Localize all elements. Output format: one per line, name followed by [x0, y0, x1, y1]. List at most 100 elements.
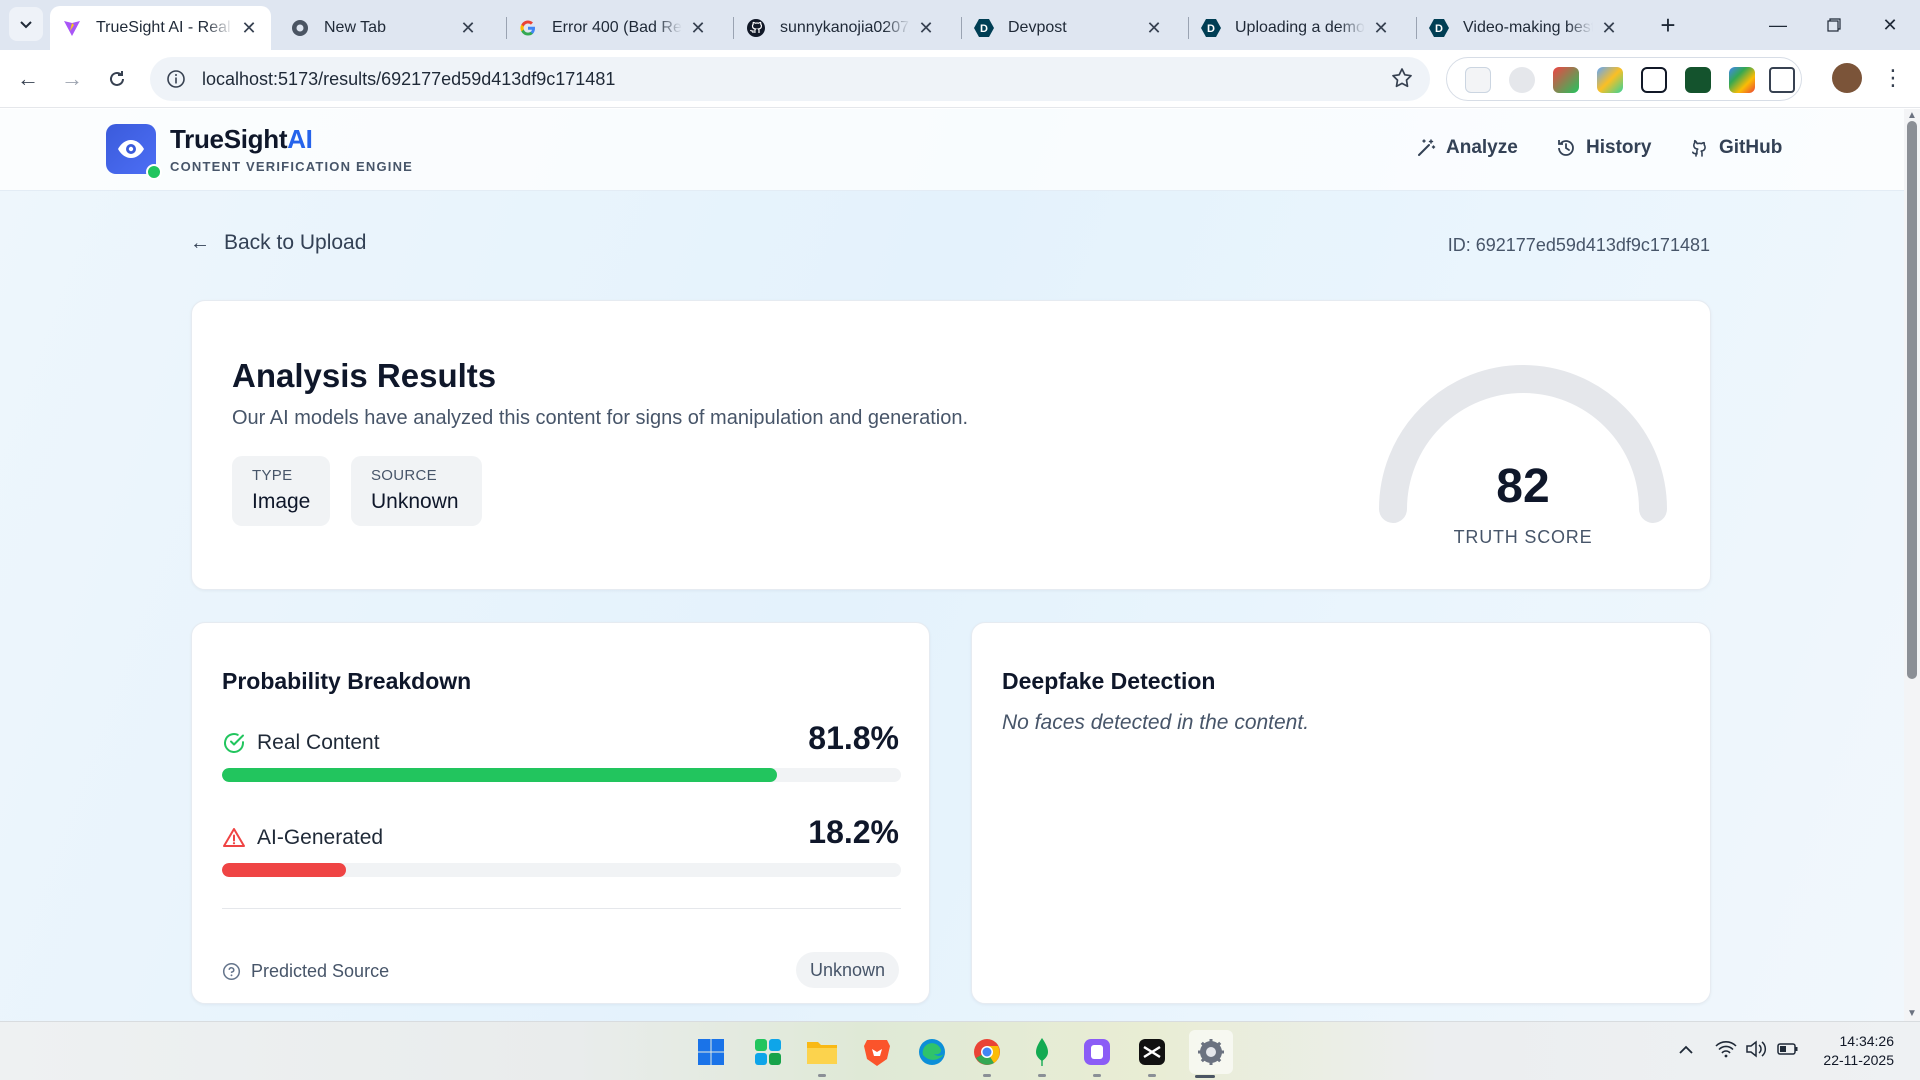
predicted-source-text: Predicted Source — [251, 961, 390, 981]
running-indicator — [983, 1074, 991, 1077]
magic-wand-icon — [1418, 139, 1436, 156]
nav-analyze-label: Analyze — [1446, 137, 1518, 158]
probability-title: Probability Breakdown — [222, 668, 472, 694]
page-scrollbar[interactable]: ▲ ▼ — [1904, 109, 1920, 1021]
check-circle-icon — [224, 733, 244, 753]
warning-triangle-icon — [223, 828, 245, 847]
type-chip: TYPE Image — [232, 456, 330, 526]
battery-icon[interactable] — [1775, 1040, 1799, 1063]
brand-main: TrueSight — [170, 124, 288, 154]
arrow-left-icon: ← — [190, 231, 210, 254]
show-hidden-icons-button[interactable] — [1678, 1040, 1694, 1061]
nav-history-label: History — [1586, 137, 1652, 158]
puzzle-extensions-icon[interactable] — [1769, 67, 1795, 93]
postman-style-app-icon[interactable] — [1081, 1036, 1113, 1068]
tab-close-icon[interactable]: ✕ — [688, 18, 708, 39]
minimize-icon: — — [1769, 14, 1787, 35]
forward-nav-button[interactable]: → — [54, 61, 90, 97]
nav-github[interactable]: GitHub — [1689, 137, 1782, 159]
tab-title: New Tab — [324, 19, 386, 36]
tab-error-400[interactable]: Error 400 (Bad Reque ✕ — [506, 6, 720, 50]
file-explorer-icon[interactable] — [806, 1036, 838, 1068]
nav-github-label: GitHub — [1719, 137, 1783, 158]
deepfake-title: Deepfake Detection — [1002, 668, 1216, 694]
browser-menu-button[interactable]: ⋮ — [1878, 62, 1908, 94]
clock-time: 14:34:26 — [1839, 1033, 1895, 1049]
minimize-button[interactable]: — — [1750, 0, 1806, 50]
tab-video-making[interactable]: D Video-making best p ✕ — [1417, 6, 1631, 50]
ai-generated-text: AI-Generated — [257, 826, 384, 849]
app-header: TrueSightAI CONTENT VERIFICATION ENGINE … — [0, 109, 1904, 191]
chevron-down-icon — [20, 21, 32, 29]
source-value: Unknown — [371, 490, 459, 513]
back-to-upload-link[interactable]: ← Back to Upload — [190, 231, 366, 255]
predicted-source-label: Predicted Source — [222, 961, 389, 982]
cast-extension-icon[interactable] — [1465, 67, 1491, 93]
widgets-icon[interactable] — [752, 1036, 784, 1068]
photos-extension-icon[interactable] — [1597, 67, 1623, 93]
brand-accent: AI — [287, 124, 313, 154]
url-text[interactable]: localhost:5173/results/692177ed59d413df9… — [202, 69, 615, 90]
browser-toolbar: ← → localhost:5173/results/692177ed59d41… — [0, 50, 1920, 108]
running-indicator — [1093, 1074, 1101, 1077]
lens-extension-icon[interactable] — [1509, 67, 1535, 93]
active-app-indicator — [1195, 1075, 1215, 1078]
source-chip: SOURCE Unknown — [351, 456, 482, 526]
reload-icon — [110, 71, 124, 86]
tab-title: sunnykanojia0207/tru — [780, 19, 910, 36]
result-id: ID: 692177ed59d413df9c171481 — [1447, 235, 1710, 255]
tab-uploading-demo[interactable]: D Uploading a demo vi ✕ — [1189, 6, 1403, 50]
tab-close-icon[interactable]: ✕ — [239, 18, 259, 39]
history-icon — [1558, 140, 1574, 156]
tab-close-icon[interactable]: ✕ — [916, 18, 936, 39]
tab-close-icon[interactable]: ✕ — [458, 18, 478, 39]
site-info-icon[interactable] — [164, 67, 188, 91]
tab-new-tab[interactable]: New Tab ✕ — [278, 6, 490, 50]
system-clock[interactable]: 14:34:26 22-11-2025 — [1823, 1032, 1894, 1070]
tab-github-repo[interactable]: sunnykanojia0207/tru ✕ — [734, 6, 948, 50]
scroll-down-icon[interactable]: ▼ — [1907, 1009, 1917, 1019]
close-window-button[interactable]: ✕ — [1862, 0, 1918, 50]
start-button[interactable] — [695, 1036, 727, 1068]
restore-button[interactable] — [1806, 0, 1862, 50]
volume-icon[interactable] — [1745, 1040, 1767, 1063]
color-picker-extension-icon[interactable] — [1553, 67, 1579, 93]
settings-app-icon[interactable] — [1189, 1030, 1233, 1074]
nav-history[interactable]: History — [1556, 137, 1651, 159]
windows-logo-icon — [698, 1039, 724, 1065]
lock-extension-icon[interactable] — [1641, 67, 1667, 93]
capcut-icon[interactable] — [1136, 1036, 1168, 1068]
tab-devpost[interactable]: D Devpost ✕ — [962, 6, 1176, 50]
tab-close-icon[interactable]: ✕ — [1599, 18, 1619, 39]
wifi-icon[interactable] — [1715, 1040, 1737, 1063]
truth-score-gauge: 82 TRUTH SCORE — [1364, 349, 1682, 549]
brave-browser-icon[interactable] — [861, 1036, 893, 1068]
new-tab-button[interactable]: + — [1651, 8, 1685, 42]
predicted-source-badge: Unknown — [795, 952, 899, 988]
chrome-favicon-icon — [290, 18, 310, 38]
profile-avatar[interactable] — [1832, 63, 1862, 93]
edge-browser-icon[interactable] — [916, 1036, 948, 1068]
clock-date: 22-11-2025 — [1823, 1052, 1894, 1068]
tab-truesight[interactable]: TrueSight AI - Real vs ✕ — [50, 6, 271, 50]
tab-search-button[interactable] — [9, 7, 43, 41]
results-title: Analysis Results — [232, 357, 497, 394]
chrome-browser-icon[interactable] — [971, 1036, 1003, 1068]
real-content-text: Real Content — [257, 731, 380, 754]
address-bar[interactable]: localhost:5173/results/692177ed59d413df9… — [150, 57, 1430, 101]
gauge-arc — [1379, 365, 1667, 523]
chat-extension-icon[interactable] — [1685, 67, 1711, 93]
eye-icon — [118, 140, 144, 158]
ai-generated-bar — [222, 863, 901, 877]
reload-button[interactable] — [99, 61, 135, 97]
tab-close-icon[interactable]: ✕ — [1371, 18, 1391, 39]
bookmark-star-icon[interactable] — [1390, 66, 1414, 95]
brand-name[interactable]: TrueSightAI — [170, 124, 313, 155]
scroll-up-icon[interactable]: ▲ — [1907, 111, 1917, 121]
scrollbar-thumb[interactable] — [1907, 121, 1917, 679]
back-nav-button[interactable]: ← — [10, 61, 46, 97]
nav-analyze[interactable]: Analyze — [1416, 137, 1518, 159]
mongodb-compass-icon[interactable] — [1026, 1036, 1058, 1068]
tab-close-icon[interactable]: ✕ — [1144, 18, 1164, 39]
drive-extension-icon[interactable] — [1729, 67, 1755, 93]
